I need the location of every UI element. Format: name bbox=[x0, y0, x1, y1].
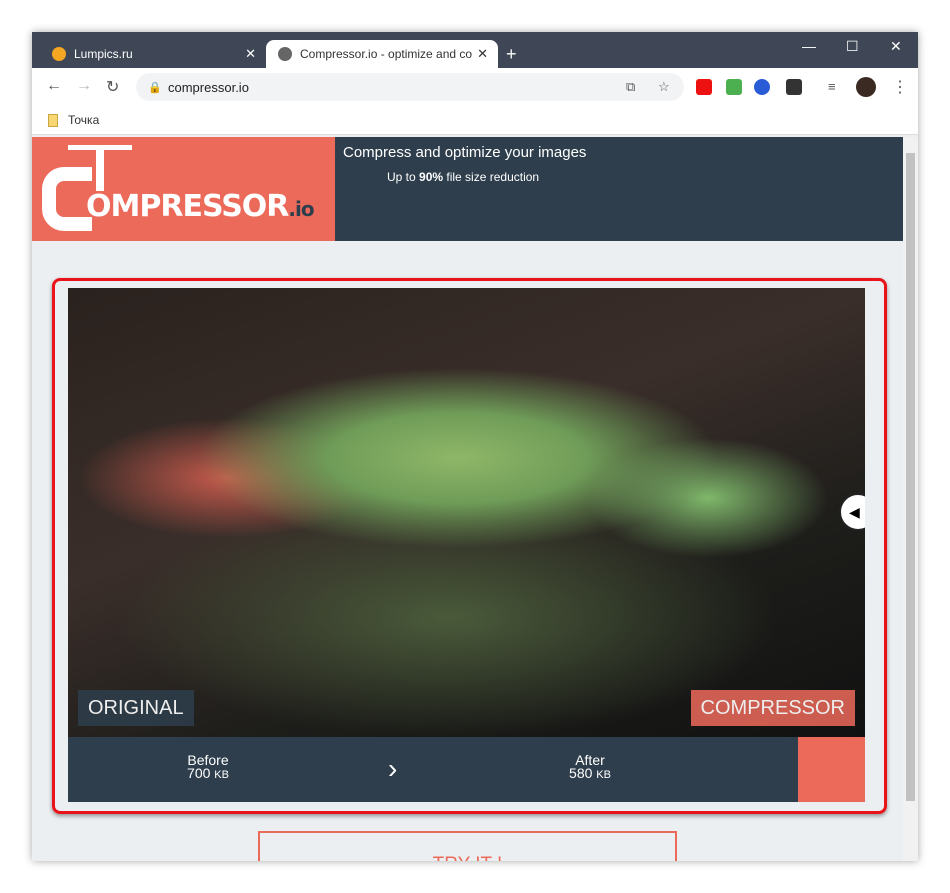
clamp-icon bbox=[42, 167, 92, 231]
clamp-screw-icon bbox=[96, 145, 104, 191]
try-it-button[interactable]: TRY IT ! bbox=[258, 831, 677, 861]
subtitle: Up to 90% file size reduction bbox=[387, 170, 540, 184]
lock-icon: 🔒 bbox=[148, 81, 162, 94]
tab-label: Lumpics.ru bbox=[74, 47, 133, 61]
close-tab-icon[interactable]: ✕ bbox=[245, 46, 256, 62]
maximize-button[interactable]: ☐ bbox=[846, 38, 859, 55]
comparison-image[interactable]: ORIGINAL COMPRESSOR ◀ bbox=[68, 288, 865, 737]
before-stat: Before 700 KB bbox=[187, 752, 229, 781]
tab-label: Compressor.io - optimize and co bbox=[300, 47, 473, 61]
close-window-button[interactable]: ✕ bbox=[890, 38, 902, 55]
download-area[interactable] bbox=[798, 737, 865, 802]
tab-lumpics[interactable]: Lumpics.ru ✕ bbox=[40, 40, 266, 68]
avatar[interactable] bbox=[856, 77, 876, 97]
title-bar: Lumpics.ru ✕ Compressor.io - optimize and… bbox=[32, 32, 918, 68]
translate-icon[interactable]: ⧉ bbox=[626, 79, 635, 95]
opera-extension-icon[interactable] bbox=[696, 79, 712, 95]
media-icon[interactable]: ≡ bbox=[828, 79, 836, 94]
star-icon[interactable]: ☆ bbox=[658, 79, 670, 95]
original-label: ORIGINAL bbox=[78, 690, 194, 726]
after-stat: After 580 KB bbox=[569, 752, 611, 781]
logo-text: OMPRESSOR.io bbox=[86, 189, 315, 224]
reload-button[interactable]: ↻ bbox=[106, 77, 119, 97]
header-banner: Compress and optimize your images Up to … bbox=[335, 137, 903, 241]
bookmark-folder[interactable]: Точка bbox=[48, 113, 99, 127]
tab-compressor[interactable]: Compressor.io - optimize and co ✕ bbox=[266, 40, 498, 68]
size-bar: Before 700 KB › After 580 KB bbox=[68, 737, 865, 802]
toolbar: ← → ↻ 🔒 compressor.io ⧉ ☆ ≡ ⋮ bbox=[32, 68, 918, 106]
url-text: compressor.io bbox=[168, 79, 249, 95]
scrollbar[interactable] bbox=[903, 137, 918, 861]
vpn-extension-icon[interactable] bbox=[754, 79, 770, 95]
slider-handle[interactable]: ◀ bbox=[839, 493, 865, 531]
compressor-label: COMPRESSOR bbox=[690, 690, 855, 726]
page-content: OMPRESSOR.io Compress and optimize your … bbox=[32, 137, 903, 861]
page-title: Compress and optimize your images bbox=[343, 144, 587, 161]
new-tab-button[interactable]: + bbox=[506, 44, 517, 65]
check-extension-icon[interactable] bbox=[726, 79, 742, 95]
browser-window: Lumpics.ru ✕ Compressor.io - optimize and… bbox=[32, 32, 918, 861]
folder-icon bbox=[48, 113, 58, 127]
bookmark-label: Точка bbox=[68, 113, 100, 127]
forward-button[interactable]: → bbox=[76, 77, 92, 95]
close-tab-icon[interactable]: ✕ bbox=[477, 46, 488, 62]
bookmarks-bar: Точка bbox=[32, 106, 918, 135]
chevron-right-icon: › bbox=[388, 753, 398, 784]
minimize-button[interactable]: — bbox=[802, 38, 816, 54]
globe-icon bbox=[278, 47, 292, 61]
lumpics-favicon-icon bbox=[52, 47, 66, 61]
back-button[interactable]: ← bbox=[46, 77, 62, 95]
menu-icon[interactable]: ⋮ bbox=[892, 77, 908, 97]
scrollbar-thumb[interactable] bbox=[906, 153, 915, 801]
box-extension-icon[interactable] bbox=[786, 79, 802, 95]
compressor-logo[interactable]: OMPRESSOR.io bbox=[32, 137, 335, 241]
address-bar[interactable]: 🔒 compressor.io ⧉ ☆ bbox=[136, 73, 684, 101]
